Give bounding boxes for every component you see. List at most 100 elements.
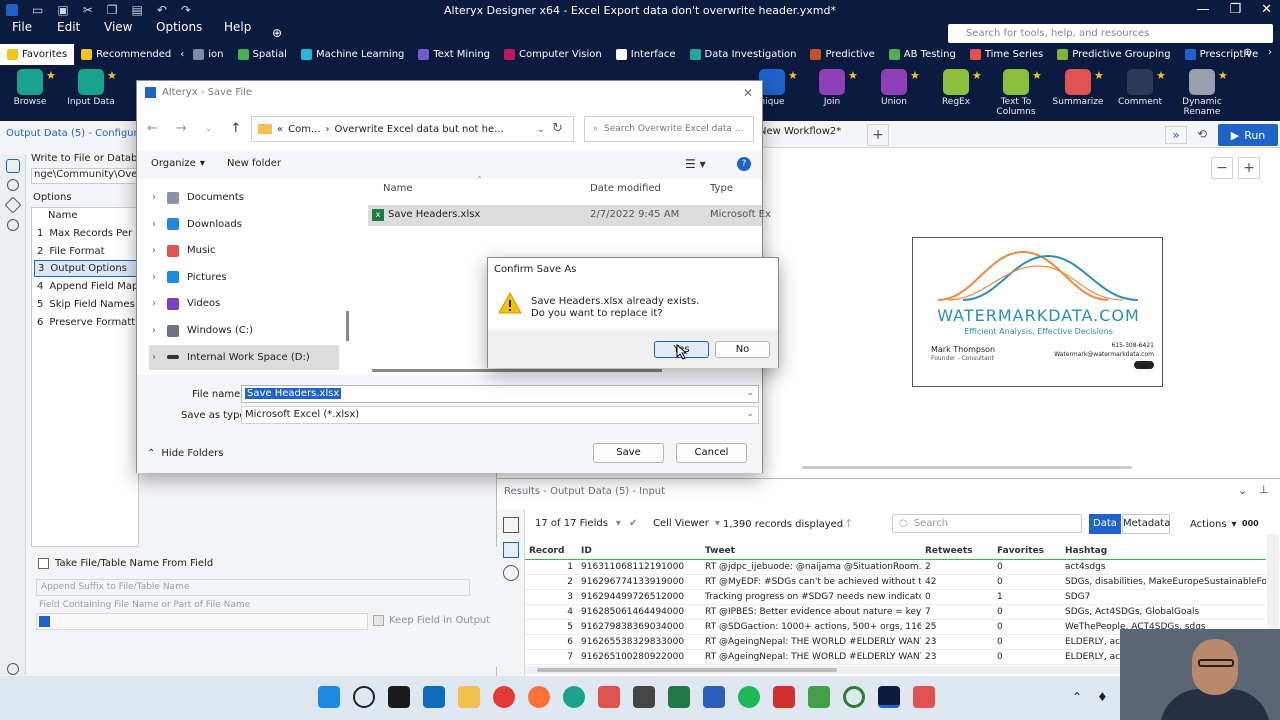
tag-icon[interactable] [4,196,22,214]
table-row[interactable]: 2 916296774133919000 RT @MyEDF: #SDGs can'… [525,574,1266,590]
field-select[interactable] [36,613,368,630]
favorite-star-icon[interactable]: ★ [848,69,858,82]
column-header-favorites[interactable]: Favorites [993,544,1061,560]
col-type-header[interactable]: Type [710,183,733,194]
tray-chevron-icon[interactable]: ⌃ [1072,690,1082,704]
recent-dropdown-icon[interactable]: ⌄ [205,124,213,134]
file-name-input[interactable]: Save Headers.xlsx ⌄ [241,385,759,403]
close-icon[interactable]: ✕ [1261,2,1272,17]
menu-edit[interactable]: Edit [57,20,80,34]
history-icon[interactable]: ⟲ [1197,127,1207,141]
table-row[interactable]: 4 916285061464494000 RT @IPBES: Better evi… [525,604,1266,620]
address-bar[interactable]: « Com... › Overwrite Excel data but not … [251,116,574,142]
file-explorer-icon[interactable] [458,686,480,708]
breadcrumb-folder[interactable]: Overwrite Excel data but not he... [335,124,504,135]
alteryx-taskbar-icon[interactable] [878,686,900,708]
option-row[interactable]: 5 Skip Field Names [34,296,138,313]
add-tab-button[interactable]: + [867,124,889,146]
option-row[interactable]: 1 Max Records Per File [34,225,138,242]
up-arrow-icon[interactable]: ↑ [230,121,241,136]
microphone-icon[interactable]: ♦ [1097,690,1108,704]
favorite-star-icon[interactable]: ★ [107,69,117,82]
favorite-star-icon[interactable]: ★ [972,69,982,82]
excel-icon[interactable] [668,686,690,708]
keep-field-checkbox[interactable] [373,615,384,626]
save-type-select[interactable]: Microsoft Excel (*.xlsx) ⌄ [241,406,759,424]
chevron-left-icon[interactable]: ‹ [178,49,186,60]
option-row[interactable]: 3 Output Options [34,260,138,278]
column-header-retweets[interactable]: Retweets [921,544,993,560]
append-suffix-select[interactable]: Append Suffix to File/Table Name [36,579,470,596]
category-time-series[interactable]: Time Series [963,44,1050,65]
organize-button[interactable]: Organize ▾ [151,158,205,169]
tree-item-internal-work-space-d[interactable]: › Internal Work Space (D:) [149,344,339,370]
tree-item-videos[interactable]: › Videos [149,291,350,316]
forward-arrow-icon[interactable]: → [176,121,187,136]
column-header-id[interactable]: ID [577,544,701,560]
option-row[interactable]: 4 Append Field Map [34,278,138,295]
chevron-right-icon[interactable]: › [1268,47,1272,58]
metadata-tab-button[interactable]: Metadata [1122,514,1170,534]
snagit-icon[interactable] [598,686,620,708]
address-dropdown-icon[interactable]: ⌄ [537,124,545,135]
favorite-star-icon[interactable]: ★ [46,69,56,82]
taskbar-search-icon[interactable] [353,686,375,708]
collapse-chevron-icon[interactable]: ⌄ [1238,484,1247,497]
menu-view[interactable]: View [104,20,132,34]
category-favorites[interactable]: Favorites [0,44,75,65]
cancel-button[interactable]: Cancel [676,443,747,463]
category-machine-learning[interactable]: Machine Learning [294,44,411,65]
favorite-star-icon[interactable]: ★ [1032,69,1042,82]
cast-icon[interactable] [773,686,795,708]
gear-icon[interactable] [6,159,20,173]
cell-viewer-selector[interactable]: Cell Viewer ▾ [653,518,720,529]
tree-item-windows-c[interactable]: › Windows (C:) [149,318,350,343]
hide-folders-toggle[interactable]: ⌃ Hide Folders [147,448,223,459]
add-category-icon[interactable]: ⊕ [1244,47,1252,58]
word-icon[interactable] [703,686,725,708]
start-icon[interactable] [318,686,340,708]
no-button[interactable]: No [715,341,770,358]
expand-chevron-icon[interactable]: › [149,192,159,203]
checkmark-icon[interactable]: ✔ [629,518,637,529]
category-text-mining[interactable]: Text Mining [411,44,497,65]
camtasia-green-icon[interactable] [808,686,830,708]
canvas-scrollbar[interactable] [802,466,1132,469]
help-icon[interactable] [7,219,19,231]
take-file-checkbox[interactable] [38,558,49,569]
back-arrow-icon[interactable]: ← [147,121,158,136]
dialog-help-icon[interactable]: ? [737,157,751,171]
results-search-input[interactable]: ○ Search [892,514,1082,533]
cycle-icon[interactable] [7,179,19,191]
task-view-icon[interactable] [388,686,410,708]
category-spatial[interactable]: Spatial [231,44,294,65]
menu-file[interactable]: File [12,20,32,34]
pin-icon[interactable]: ⊥ [1259,483,1269,496]
favorite-star-icon[interactable]: ★ [1156,69,1166,82]
view-options-icon[interactable]: ☰ ▾ [685,157,706,171]
tree-item-downloads[interactable]: › Downloads [149,212,350,237]
more-options-icon[interactable]: 000 [1242,519,1259,528]
category-recommended[interactable]: Recommended [74,44,178,65]
sort-up-icon[interactable]: ↑ [844,517,853,530]
minimize-icon[interactable]: — [1196,2,1209,17]
camtasia-icon[interactable] [633,686,655,708]
favorite-star-icon[interactable]: ★ [1218,69,1228,82]
expand-chevron-icon[interactable]: › [149,298,159,309]
expand-chevron-icon[interactable]: › [149,272,159,283]
zoom-in-button[interactable]: + [1238,157,1260,179]
check-icon[interactable] [7,663,19,675]
data-tab-button[interactable]: Data [1089,514,1121,534]
global-search-input[interactable]: Search for tools, help, and resources [948,24,1273,43]
column-header-hashtag[interactable]: Hashtag [1061,544,1266,560]
refresh-icon[interactable]: ↻ [552,121,563,136]
table-row[interactable]: 3 916294499726512000 Tracking progress on … [525,589,1266,605]
firefox-icon[interactable] [528,686,550,708]
file-list-hscrollbar[interactable] [372,369,662,372]
outlook-icon[interactable] [423,686,445,708]
refresh-app-icon[interactable] [843,686,865,708]
fields-selector[interactable]: 17 of 17 Fields ▾ ✔ [535,518,637,529]
favorite-star-icon[interactable]: ★ [788,69,798,82]
tab-new-workflow2[interactable]: New Workflow2* [759,126,841,137]
column-header-tweet[interactable]: Tweet [701,544,921,560]
